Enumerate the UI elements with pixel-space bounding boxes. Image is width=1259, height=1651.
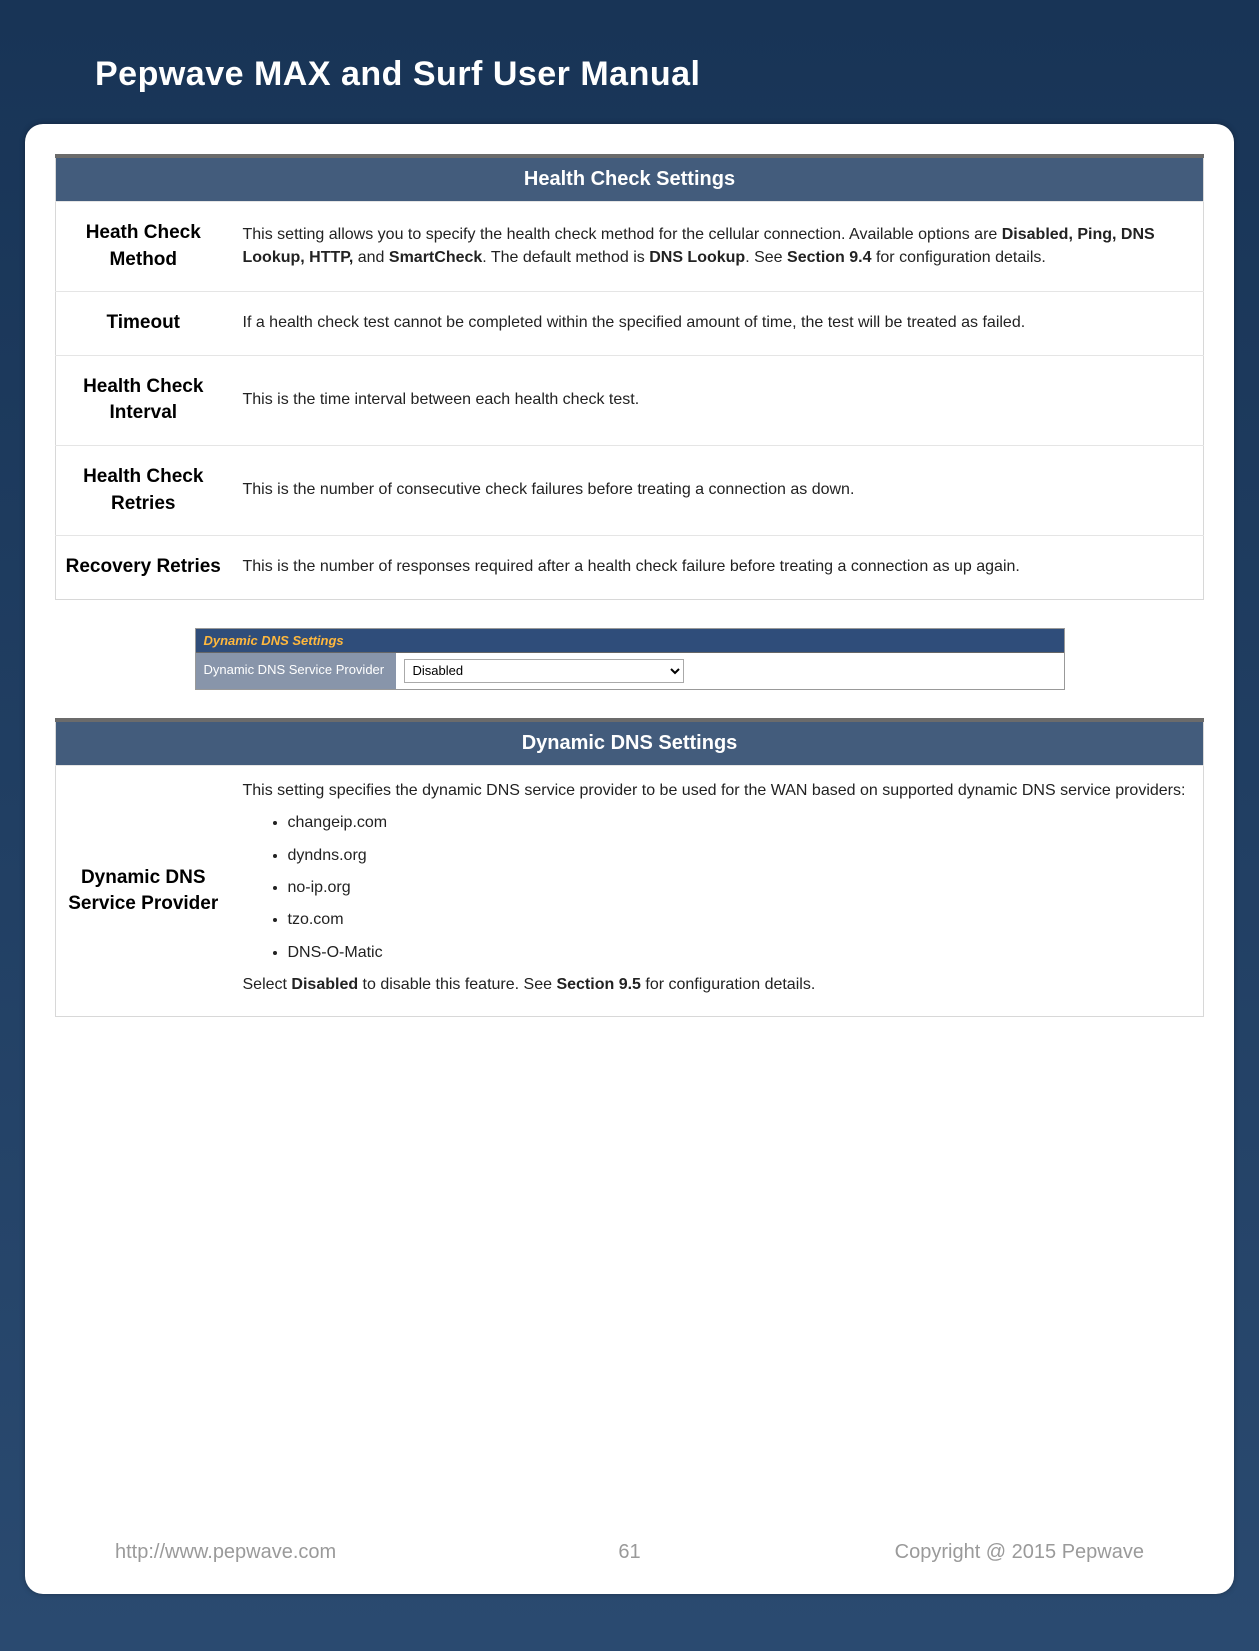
ddns-panel-title: Dynamic DNS Settings <box>196 629 1064 653</box>
row-label-method: Heath Check Method <box>56 202 231 292</box>
text-bold: Section 9.5 <box>556 976 640 993</box>
row-label-retries: Health Check Retries <box>56 445 231 535</box>
list-item: dyndns.org <box>288 845 1192 867</box>
text: and <box>353 249 389 266</box>
page-frame: Pepwave MAX and Surf User Manual Health … <box>0 0 1259 1651</box>
ddns-intro: This setting specifies the dynamic DNS s… <box>243 780 1192 802</box>
page-footer: http://www.pepwave.com 61 Copyright @ 20… <box>55 1523 1204 1574</box>
row-label-recovery: Recovery Retries <box>56 536 231 600</box>
text-bold: Section 9.4 <box>787 249 871 266</box>
row-label-interval: Health Check Interval <box>56 355 231 445</box>
text-bold: SmartCheck <box>389 249 482 266</box>
text-bold: Disabled <box>291 976 358 993</box>
list-item: DNS-O-Matic <box>288 942 1192 964</box>
row-label-ddns: Dynamic DNS Service Provider <box>56 765 231 1017</box>
text: for configuration details. <box>641 976 815 993</box>
content-card: Health Check Settings Heath Check Method… <box>25 124 1234 1594</box>
text: for configuration details. <box>872 249 1046 266</box>
row-desc-timeout: If a health check test cannot be complet… <box>231 292 1204 356</box>
row-desc-retries: This is the number of consecutive check … <box>231 445 1204 535</box>
text-bold: DNS Lookup <box>649 249 745 266</box>
footer-url: http://www.pepwave.com <box>115 1541 578 1564</box>
row-desc-interval: This is the time interval between each h… <box>231 355 1204 445</box>
page-title: Pepwave MAX and Surf User Manual <box>95 55 1164 94</box>
text: Select <box>243 976 292 993</box>
footer-page-number: 61 <box>578 1541 680 1564</box>
ddns-outro: Select Disabled to disable this feature.… <box>243 974 1192 996</box>
ddns-provider-list: changeip.com dyndns.org no-ip.org tzo.co… <box>288 812 1192 964</box>
page-header: Pepwave MAX and Surf User Manual <box>25 20 1234 124</box>
ddns-table: Dynamic DNS Settings Dynamic DNS Service… <box>55 718 1204 1018</box>
ddns-heading: Dynamic DNS Settings <box>56 720 1204 766</box>
text: . See <box>745 249 787 266</box>
content-body: Health Check Settings Heath Check Method… <box>55 154 1204 1523</box>
ddns-panel-field: Disabled <box>396 653 1064 689</box>
list-item: tzo.com <box>288 909 1192 931</box>
row-desc-ddns: This setting specifies the dynamic DNS s… <box>231 765 1204 1017</box>
footer-copyright: Copyright @ 2015 Pepwave <box>681 1541 1144 1564</box>
health-check-table: Health Check Settings Heath Check Method… <box>55 154 1204 600</box>
health-check-heading: Health Check Settings <box>56 156 1204 202</box>
ddns-provider-select[interactable]: Disabled <box>404 659 684 683</box>
row-desc-recovery: This is the number of responses required… <box>231 536 1204 600</box>
text: This setting allows you to specify the h… <box>243 226 1002 243</box>
list-item: changeip.com <box>288 812 1192 834</box>
list-item: no-ip.org <box>288 877 1192 899</box>
ddns-panel-label: Dynamic DNS Service Provider <box>196 653 396 689</box>
row-label-timeout: Timeout <box>56 292 231 356</box>
text: to disable this feature. See <box>358 976 556 993</box>
ddns-panel-screenshot: Dynamic DNS Settings Dynamic DNS Service… <box>195 628 1065 690</box>
text: . The default method is <box>482 249 649 266</box>
ddns-panel-row: Dynamic DNS Service Provider Disabled <box>196 653 1064 689</box>
row-desc-method: This setting allows you to specify the h… <box>231 202 1204 292</box>
